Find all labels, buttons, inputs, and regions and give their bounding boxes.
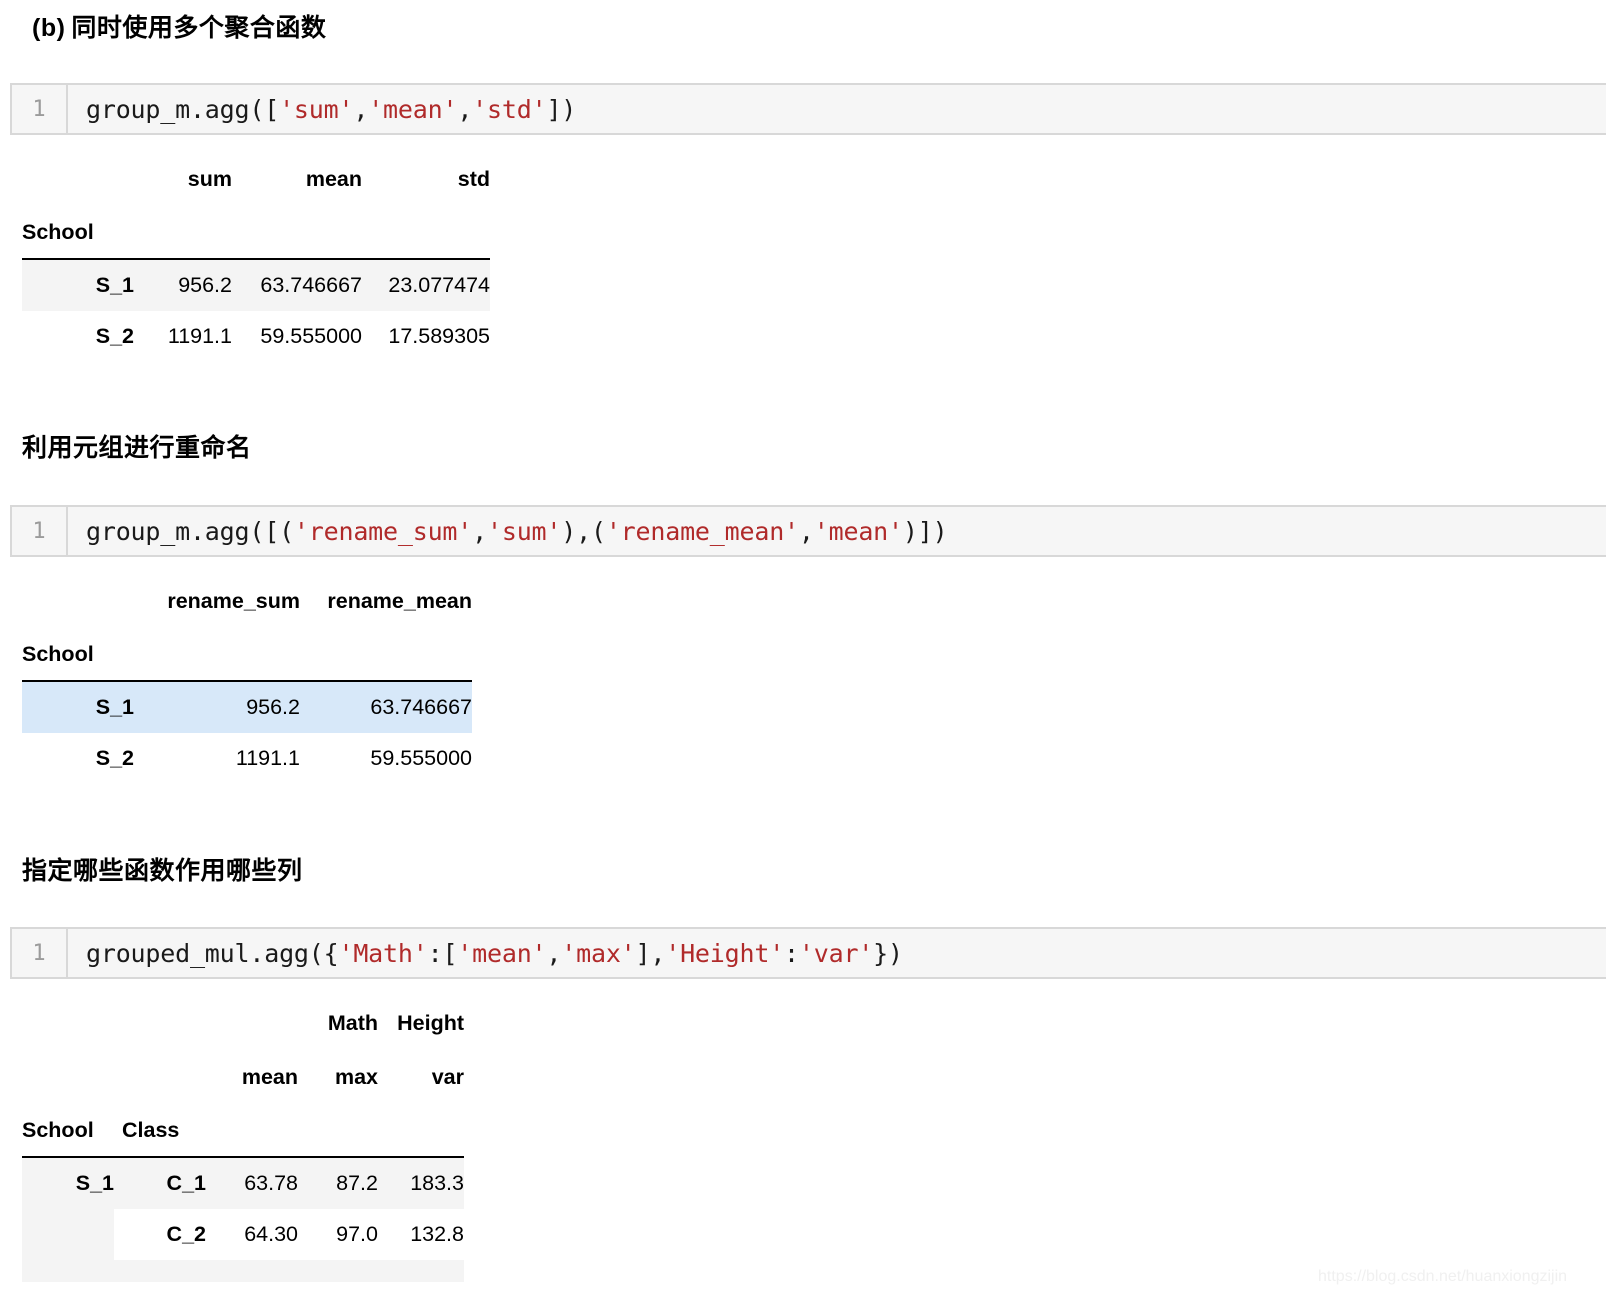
df2-row-1-rename-sum: 1191.1	[134, 733, 300, 784]
df3-row-2-height-var	[378, 1260, 464, 1282]
df2-index-name-spacer-2	[300, 628, 472, 680]
dataframe-3: Math Height mean max var School Class S_…	[22, 996, 464, 1282]
df2-row-0-index: S_1	[22, 681, 134, 733]
table-row: S_1 C_1 63.78 87.2 183.3	[22, 1157, 464, 1209]
dataframe-1-index-name-row: School	[22, 206, 490, 258]
df2-col-header-rename-sum: rename_sum	[167, 588, 300, 613]
dataframe-1: sum mean std School S_1 956.2 63.746667 …	[22, 152, 490, 362]
code-text-2[interactable]: group_m.agg([('rename_sum','sum'),('rena…	[68, 517, 948, 546]
df1-row-1-mean: 59.555000	[232, 311, 362, 362]
df1-index-name-spacer-1	[134, 206, 232, 258]
df1-index-name-spacer-2	[232, 206, 362, 258]
df3-l1-blank	[206, 996, 298, 1050]
section-1-heading-text: 同时使用多个聚合函数	[71, 14, 327, 42]
df1-col-header-std: std	[457, 166, 490, 191]
df3-index-name-spacer-2	[298, 1104, 378, 1156]
code-text-1[interactable]: group_m.agg(['sum','mean','std'])	[68, 95, 576, 124]
df1-row-0-std: 23.077474	[362, 259, 490, 311]
df2-row-0-rename-sum: 956.2	[134, 681, 300, 733]
df1-index-name-spacer-3	[362, 206, 490, 258]
dataframe-2-column-header-row: rename_sum rename_mean	[22, 574, 472, 628]
df2-row-1-index: S_2	[22, 733, 134, 784]
section-2-heading: 利用元组进行重命名	[22, 434, 252, 462]
code-block-3[interactable]: 1 grouped_mul.agg({'Math':['mean','max']…	[10, 927, 1606, 979]
table-row: S_2 1191.1 59.555000	[22, 733, 472, 784]
df3-l2-header-max: max	[334, 1064, 378, 1089]
df3-l2-corner-1	[22, 1050, 114, 1104]
df3-row-1-height-var: 132.8	[378, 1209, 464, 1260]
table-row	[22, 1260, 464, 1282]
dataframe-3-index-name-row: School Class	[22, 1104, 464, 1156]
df3-l1-header-height: Height	[397, 1010, 464, 1035]
df2-row-0-rename-mean: 63.746667	[300, 681, 472, 733]
df1-row-0-mean: 63.746667	[232, 259, 362, 311]
df3-row-1-index-class: C_2	[114, 1209, 206, 1260]
code-block-1[interactable]: 1 group_m.agg(['sum','mean','std'])	[10, 83, 1606, 135]
dataframe-2-index-name-row: School	[22, 628, 472, 680]
csdn-watermark: https://blog.csdn.net/huanxiongzijin	[1318, 1268, 1568, 1285]
df1-col-header-mean: mean	[305, 166, 362, 191]
df2-index-name: School	[22, 641, 94, 666]
df1-corner-cell	[22, 152, 134, 206]
df2-col-header-rename-mean: rename_mean	[327, 588, 472, 613]
df2-row-1-rename-mean: 59.555000	[300, 733, 472, 784]
df3-l2-header-mean: mean	[241, 1064, 298, 1089]
code-line-number-2: 1	[12, 507, 68, 555]
dataframe-3-column-header-level1: Math Height	[22, 996, 464, 1050]
df3-l1-corner-1	[22, 996, 114, 1050]
df3-l2-corner-2	[114, 1050, 206, 1104]
section-3-heading: 指定哪些函数作用哪些列	[22, 857, 303, 885]
df1-index-name: School	[22, 219, 94, 244]
section-1-heading-prefix: (b)	[32, 14, 66, 42]
df1-row-0-sum: 956.2	[134, 259, 232, 311]
df3-row-2-index-school	[22, 1260, 114, 1282]
code-block-2[interactable]: 1 group_m.agg([('rename_sum','sum'),('re…	[10, 505, 1606, 557]
table-row[interactable]: S_1 956.2 63.746667	[22, 681, 472, 733]
df3-l2-header-var: var	[431, 1064, 464, 1089]
table-row: S_1 956.2 63.746667 23.077474	[22, 259, 490, 311]
df1-col-header-sum: sum	[187, 166, 232, 191]
df3-index-name-class: Class	[122, 1117, 180, 1142]
df3-row-0-math-max: 87.2	[298, 1157, 378, 1209]
df3-l1-corner-2	[114, 996, 206, 1050]
df3-index-name-school: School	[22, 1117, 94, 1142]
df3-row-0-math-mean: 63.78	[206, 1157, 298, 1209]
df3-row-1-index-school	[22, 1209, 114, 1260]
df3-row-0-index-class: C_1	[114, 1157, 206, 1209]
df2-corner-cell	[22, 574, 134, 628]
df3-index-name-spacer-1	[206, 1104, 298, 1156]
dataframe-2: rename_sum rename_mean School S_1 956.2 …	[22, 574, 472, 784]
dataframe-3-column-header-level2: mean max var	[22, 1050, 464, 1104]
df1-row-0-index: S_1	[22, 259, 134, 311]
code-line-number-3: 1	[12, 929, 68, 977]
df3-row-2-math-max	[298, 1260, 378, 1282]
df3-row-0-index-school: S_1	[22, 1157, 114, 1209]
code-text-3[interactable]: grouped_mul.agg({'Math':['mean','max'],'…	[68, 939, 903, 968]
df1-row-1-index: S_2	[22, 311, 134, 362]
df3-row-2-math-mean	[206, 1260, 298, 1282]
df3-l1-header-math: Math	[327, 1010, 378, 1035]
df3-row-1-math-max: 97.0	[298, 1209, 378, 1260]
df3-row-0-height-var: 183.3	[378, 1157, 464, 1209]
df2-index-name-spacer-1	[134, 628, 300, 680]
df1-row-1-sum: 1191.1	[134, 311, 232, 362]
table-row: S_2 1191.1 59.555000 17.589305	[22, 311, 490, 362]
df3-row-1-math-mean: 64.30	[206, 1209, 298, 1260]
df3-index-name-spacer-3	[378, 1104, 464, 1156]
df1-row-1-std: 17.589305	[362, 311, 490, 362]
dataframe-1-column-header-row: sum mean std	[22, 152, 490, 206]
table-row: C_2 64.30 97.0 132.8	[22, 1209, 464, 1260]
section-1-heading: (b) 同时使用多个聚合函数	[32, 16, 326, 41]
df3-row-2-index-class	[114, 1260, 206, 1282]
code-line-number-1: 1	[12, 85, 68, 133]
